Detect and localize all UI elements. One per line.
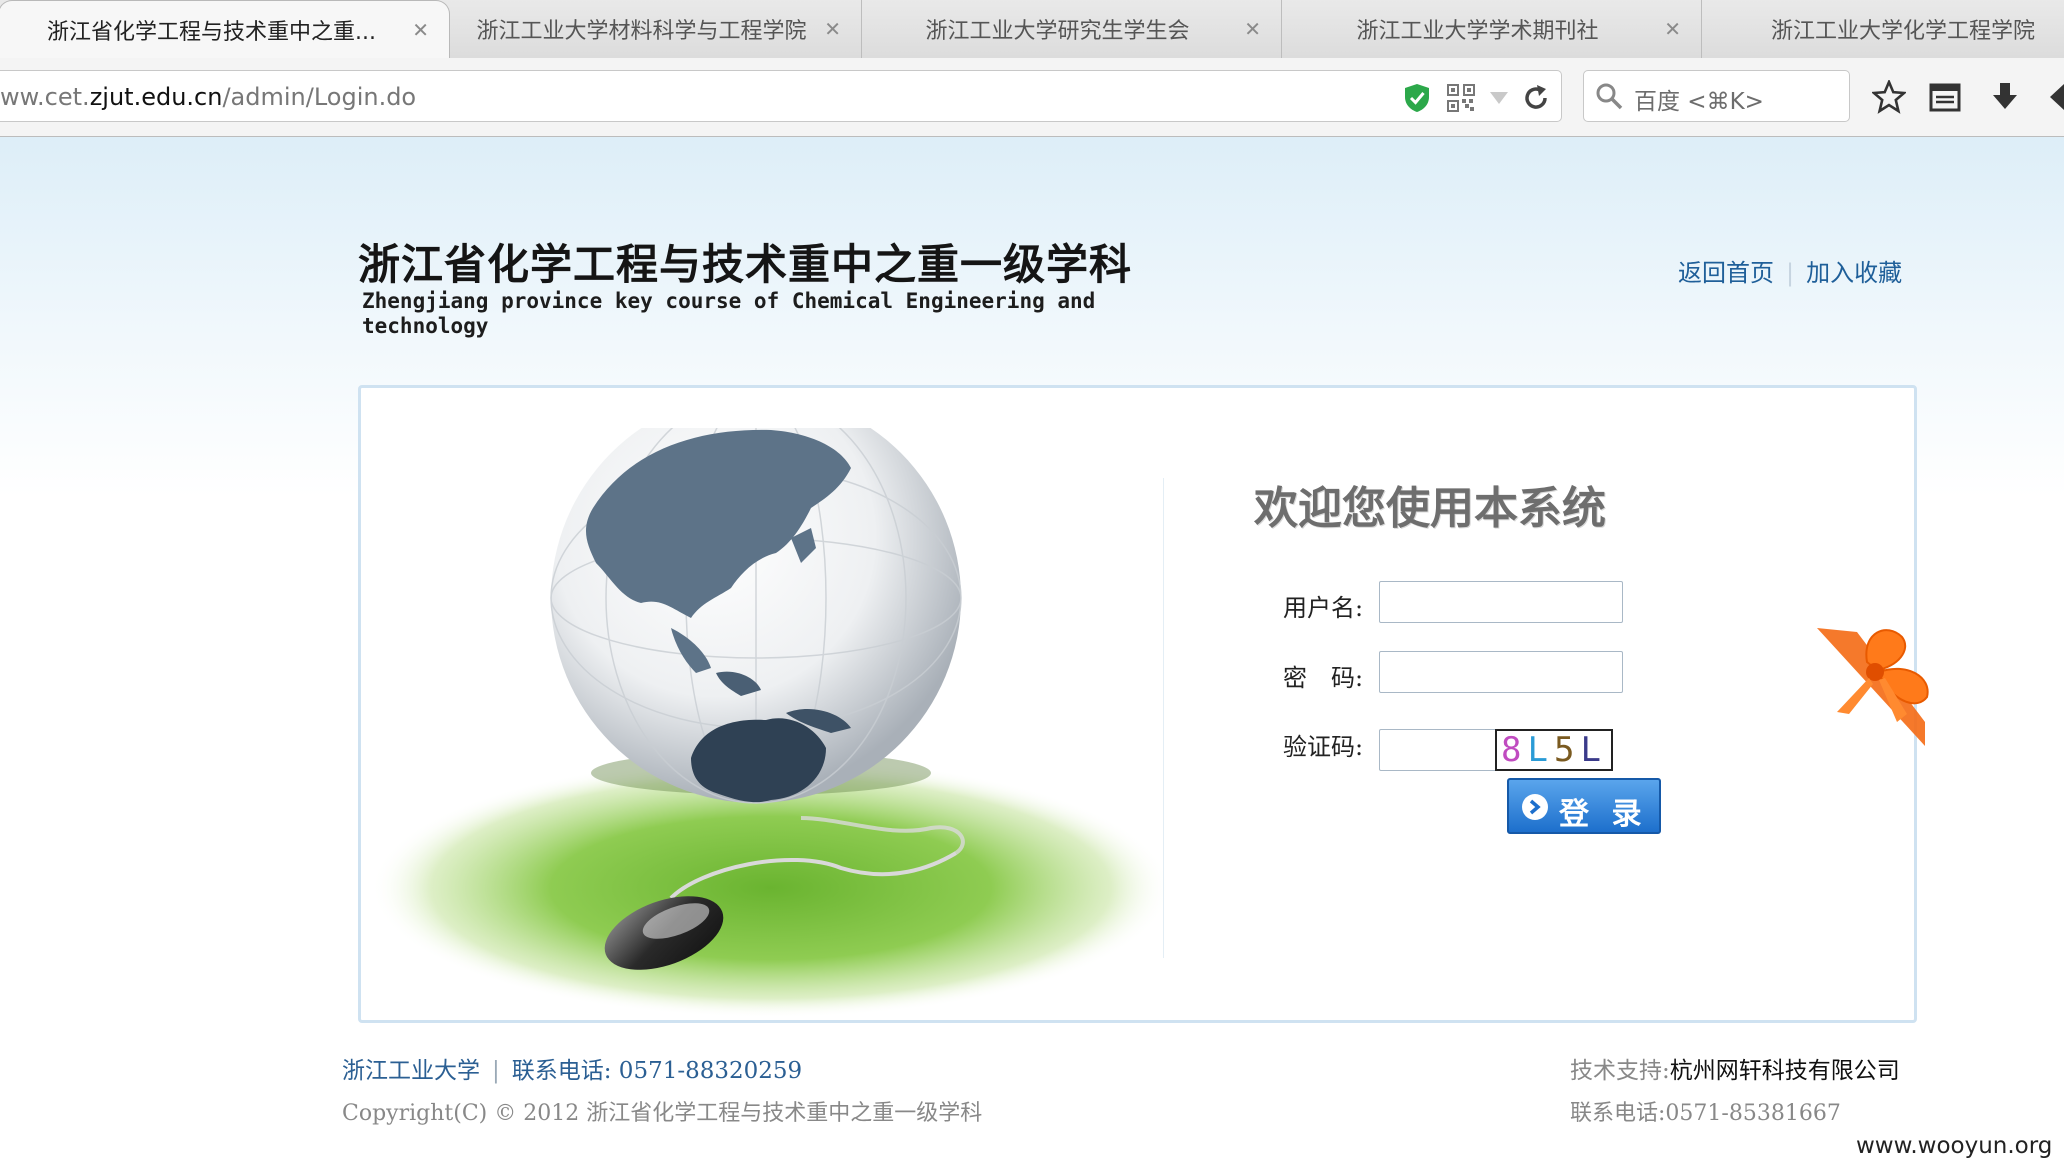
search-placeholder: 百度 <⌘K> — [1634, 89, 1764, 115]
tab-title: 浙江省化学工程与技术重中之重... — [47, 20, 376, 45]
home-link[interactable]: 返回首页 — [1678, 259, 1774, 287]
username-input[interactable] — [1379, 581, 1623, 623]
welcome-heading: 欢迎您使用本系统 — [1254, 483, 1606, 534]
bookmark-link[interactable]: 加入收藏 — [1806, 259, 1902, 287]
tab-bar: 浙江省化学工程与技术重中之重... ✕ 浙江工业大学材料科学与工程学院 ✕ 浙江… — [0, 0, 2064, 59]
login-button-label: 登 录 — [1559, 797, 1648, 832]
download-icon[interactable] — [1988, 80, 2022, 114]
captcha-char: L — [1580, 730, 1607, 770]
close-icon[interactable]: ✕ — [824, 17, 841, 41]
address-bar[interactable]: ww.cet.zjut.edu.cn/admin/Login.do — [0, 70, 1562, 122]
support-company: 杭州网轩科技有限公司 — [1669, 1058, 1900, 1084]
tab-title: 浙江工业大学学术期刊社 — [1356, 19, 1599, 44]
tech-support: 技术支持:杭州网轩科技有限公司 — [1570, 1051, 1900, 1085]
password-label: 密 码: — [1283, 664, 1364, 692]
link-separator: | — [1786, 259, 1795, 287]
captcha-label: 验证码: — [1283, 733, 1364, 761]
tab-chem-eng[interactable]: 浙江工业大学化学工程学院 — [1702, 0, 2064, 58]
star-icon[interactable] — [1872, 80, 1906, 114]
captcha-input[interactable] — [1379, 729, 1497, 771]
watermark: www.wooyun.org — [1856, 1133, 2053, 1159]
arrow-circle-icon — [1522, 794, 1548, 820]
qr-code-icon[interactable] — [1447, 84, 1475, 112]
password-input[interactable] — [1379, 651, 1623, 693]
site-subtitle: Zhengjiang province key course of Chemic… — [362, 289, 1096, 338]
close-icon[interactable]: ✕ — [1244, 17, 1261, 41]
tab-materials[interactable]: 浙江工业大学材料科学与工程学院 ✕ — [450, 0, 862, 58]
reader-icon[interactable] — [1928, 80, 1962, 114]
search-icon — [1596, 83, 1623, 110]
site-title: 浙江省化学工程与技术重中之重一级学科 — [358, 240, 1133, 289]
dropdown-icon[interactable] — [1489, 91, 1509, 105]
username-label: 用户名: — [1283, 594, 1364, 622]
ribbon-bow-icon — [1817, 628, 1929, 746]
back-icon[interactable] — [2046, 80, 2064, 114]
tab-active[interactable]: 浙江省化学工程与技术重中之重... ✕ — [0, 0, 450, 59]
footer-contact: 浙江工业大学 | 联系电话: 0571-88320259 — [342, 1051, 802, 1085]
close-icon[interactable]: ✕ — [1664, 17, 1681, 41]
tab-title: 浙江工业大学材料科学与工程学院 — [476, 19, 807, 44]
tab-title: 浙江工业大学化学工程学院 — [1770, 19, 2035, 44]
page-content: 浙江省化学工程与技术重中之重一级学科 Zhengjiang province k… — [0, 137, 2064, 1174]
shield-icon[interactable] — [1403, 83, 1431, 113]
url-text: ww.cet.zjut.edu.cn/admin/Login.do — [0, 83, 416, 111]
tab-title: 浙江工业大学研究生学生会 — [925, 19, 1190, 44]
tab-journal[interactable]: 浙江工业大学学术期刊社 ✕ — [1282, 0, 1702, 58]
close-icon[interactable]: ✕ — [412, 18, 429, 42]
copyright-text: Copyright(C) © 2012 浙江省化学工程与技术重中之重一级学科 — [342, 1101, 983, 1126]
login-button[interactable]: 登 录 — [1507, 778, 1661, 834]
support-phone: 联系电话:0571-85381667 — [1570, 1101, 1841, 1126]
captcha-char: 5 — [1554, 730, 1581, 770]
login-panel: 欢迎您使用本系统 用户名: 密 码: 验证码: 8L5L 登 录 — [358, 385, 1929, 1023]
panel-divider — [1163, 478, 1164, 958]
url-prefix: ww.cet. — [0, 83, 90, 111]
search-input[interactable]: 百度 <⌘K> — [1583, 70, 1850, 122]
captcha-image[interactable]: 8L5L — [1495, 729, 1613, 771]
url-host: zjut.edu.cn — [89, 83, 223, 111]
university-link[interactable]: 浙江工业大学 — [342, 1058, 480, 1084]
top-links: 返回首页 | 加入收藏 — [1678, 253, 1902, 288]
captcha-char: L — [1527, 730, 1554, 770]
footer-separator: | — [492, 1058, 500, 1084]
url-path: /admin/Login.do — [222, 83, 417, 111]
navigation-toolbar: ww.cet.zjut.edu.cn/admin/Login.do 百度 <⌘K… — [0, 58, 2064, 137]
tab-graduate-union[interactable]: 浙江工业大学研究生学生会 ✕ — [862, 0, 1282, 58]
captcha-char: 8 — [1501, 730, 1528, 770]
support-label: 技术支持: — [1570, 1058, 1670, 1084]
globe-illustration — [371, 428, 1171, 1018]
contact-phone: 联系电话: 0571-88320259 — [511, 1058, 803, 1084]
reload-icon[interactable] — [1521, 83, 1551, 113]
